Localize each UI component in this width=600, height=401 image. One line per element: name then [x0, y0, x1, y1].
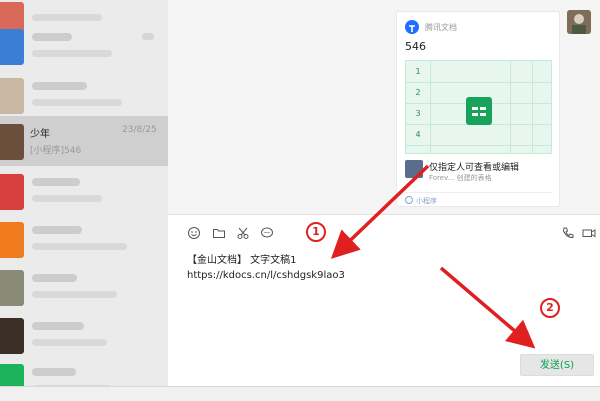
- tencent-docs-icon: [405, 20, 419, 34]
- draft-line-title[interactable]: 【金山文档】 文字文稿1: [187, 251, 297, 266]
- blurred-preview: [32, 14, 102, 21]
- card-access-info: 仅指定人可查看或编辑 Forev... 创建的表格: [405, 160, 553, 184]
- send-button[interactable]: 发送(S): [520, 354, 594, 376]
- chat-item[interactable]: [0, 214, 168, 264]
- phone-icon[interactable]: [561, 226, 575, 240]
- card-footer-label: 小程序: [416, 197, 437, 205]
- blurred-name: [32, 274, 77, 282]
- access-title: 仅指定人可查看或编辑: [429, 163, 520, 173]
- chat-item[interactable]: [0, 262, 168, 312]
- blurred-name: [32, 82, 87, 90]
- chat-item-selected[interactable]: [0, 116, 168, 166]
- mini-program-card[interactable]: 腾讯文档 546 1 2 3 4 仅指定人可查看或编辑 Forev... 创建的…: [396, 11, 560, 207]
- access-subtitle: Forev... 创建的表格: [429, 174, 492, 182]
- step-2-badge: 2: [540, 298, 560, 318]
- grid-line: [406, 145, 551, 146]
- grid-line: [430, 61, 431, 153]
- bottom-bar: [0, 386, 600, 401]
- row-number: 1: [415, 67, 421, 76]
- blurred-preview: [32, 243, 127, 250]
- chat-item[interactable]: [0, 356, 168, 386]
- divider: [405, 192, 553, 193]
- grid-line: [510, 61, 511, 153]
- chat-time: 23/8/25: [122, 125, 157, 135]
- blurred-name: [32, 322, 84, 330]
- avatar: [0, 78, 24, 114]
- spreadsheet-icon: [466, 97, 492, 125]
- row-number: 4: [415, 130, 421, 139]
- mini-program-icon: [405, 196, 413, 204]
- step-1-badge: 1: [306, 222, 326, 242]
- blurred-preview: [32, 195, 102, 202]
- avatar: [0, 270, 24, 306]
- avatar: [0, 364, 24, 386]
- chat-bubble-icon[interactable]: [260, 226, 274, 240]
- chat-item[interactable]: [0, 310, 168, 360]
- card-title: 546: [405, 40, 426, 53]
- row-number: 2: [415, 88, 421, 97]
- video-icon[interactable]: [582, 226, 596, 240]
- avatar: [0, 222, 24, 258]
- emoji-icon[interactable]: [187, 226, 201, 240]
- chat-preview: [小程序]546: [30, 146, 82, 156]
- blurred-preview: [32, 339, 107, 346]
- my-avatar[interactable]: [567, 10, 591, 34]
- card-footer: 小程序: [405, 196, 437, 206]
- grid-line: [532, 61, 533, 153]
- chat-name: 少年: [30, 129, 50, 140]
- chat-item[interactable]: [0, 21, 168, 71]
- blurred-name: [32, 33, 72, 41]
- avatar: [0, 124, 24, 160]
- blurred-preview: [32, 99, 122, 106]
- folder-icon[interactable]: [212, 226, 226, 240]
- avatar: [0, 318, 24, 354]
- blurred-name: [32, 226, 82, 234]
- row-number: 3: [415, 109, 421, 118]
- sheet-thumbnail: 1 2 3 4: [405, 60, 552, 154]
- blurred-time: [142, 33, 154, 40]
- card-source-label: 腾讯文档: [425, 23, 457, 32]
- blurred-name: [32, 178, 80, 186]
- blurred-preview: [32, 50, 112, 57]
- avatar: [0, 174, 24, 210]
- chat-item[interactable]: [0, 166, 168, 216]
- creator-avatar: [405, 160, 423, 178]
- chat-item[interactable]: [0, 70, 168, 120]
- draft-line-link[interactable]: https://kdocs.cn/l/cshdgsk9lao3: [187, 270, 345, 281]
- chat-list: 少年 23/8/25 [小程序]546: [0, 0, 168, 386]
- blurred-name: [32, 368, 76, 376]
- scissors-icon[interactable]: [236, 226, 250, 240]
- blurred-preview: [32, 291, 117, 298]
- avatar: [0, 29, 24, 65]
